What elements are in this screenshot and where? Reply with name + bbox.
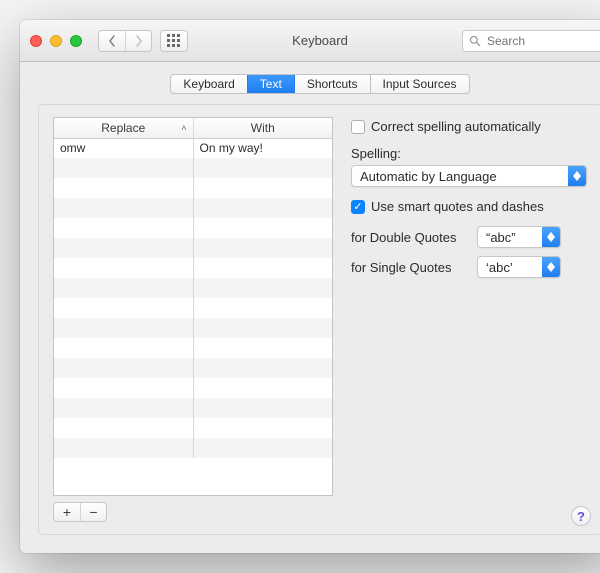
table-row[interactable] <box>54 318 332 338</box>
table-row[interactable] <box>54 398 332 418</box>
back-button[interactable] <box>99 31 125 51</box>
correct-spelling-checkbox[interactable] <box>351 120 365 134</box>
table-row[interactable] <box>54 238 332 258</box>
tab-shortcuts[interactable]: Shortcuts <box>294 75 370 93</box>
cell-with[interactable]: On my way! <box>193 138 332 158</box>
chevrons-icon <box>568 166 586 186</box>
table-row[interactable] <box>54 298 332 318</box>
smart-quotes-checkbox[interactable]: ✓ <box>351 200 365 214</box>
window-controls <box>30 35 82 47</box>
tab-input-sources[interactable]: Input Sources <box>370 75 469 93</box>
pref-tabs: Keyboard Text Shortcuts Input Sources <box>170 74 469 94</box>
nav-back-forward <box>98 30 152 52</box>
table-row[interactable]: omwOn my way! <box>54 138 332 158</box>
table-row[interactable] <box>54 178 332 198</box>
search-icon <box>469 35 481 47</box>
chevrons-icon <box>542 257 560 277</box>
options-area: Correct spelling automatically Spelling:… <box>351 117 587 522</box>
spelling-label: Spelling: <box>351 146 587 161</box>
spelling-value: Automatic by Language <box>352 169 505 184</box>
cell-replace[interactable]: omw <box>54 138 193 158</box>
table-row[interactable] <box>54 218 332 238</box>
single-quotes-select[interactable]: ‘abc’ <box>477 256 561 278</box>
substitutions-area: Replace ˄ With omwOn my way! + − <box>53 117 333 522</box>
table-row[interactable] <box>54 338 332 358</box>
table-row[interactable] <box>54 258 332 278</box>
substitutions-table[interactable]: Replace ˄ With omwOn my way! <box>53 117 333 496</box>
table-row[interactable] <box>54 278 332 298</box>
double-quotes-value: “abc” <box>478 230 524 245</box>
tab-keyboard[interactable]: Keyboard <box>171 75 246 93</box>
col-replace-label: Replace <box>101 121 145 135</box>
content-panel: Replace ˄ With omwOn my way! + − <box>38 104 600 535</box>
zoom-button[interactable] <box>70 35 82 47</box>
double-quotes-label: for Double Quotes <box>351 230 471 245</box>
tab-text[interactable]: Text <box>247 75 294 93</box>
table-row[interactable] <box>54 198 332 218</box>
table-row[interactable] <box>54 158 332 178</box>
single-quotes-value: ‘abc’ <box>478 260 521 275</box>
remove-row-button[interactable]: − <box>80 503 106 521</box>
toolbar: Keyboard <box>20 20 600 62</box>
spelling-select[interactable]: Automatic by Language <box>351 165 587 187</box>
col-with-header[interactable]: With <box>193 118 332 138</box>
add-row-button[interactable]: + <box>54 503 80 521</box>
help-button[interactable]: ? <box>571 506 591 526</box>
sort-indicator-icon: ˄ <box>181 123 186 133</box>
show-all-button[interactable] <box>160 30 188 52</box>
double-quotes-select[interactable]: “abc” <box>477 226 561 248</box>
chevrons-icon <box>542 227 560 247</box>
minimize-button[interactable] <box>50 35 62 47</box>
col-replace-header[interactable]: Replace ˄ <box>54 118 193 138</box>
single-quotes-label: for Single Quotes <box>351 260 471 275</box>
correct-spelling-label: Correct spelling automatically <box>371 119 541 134</box>
tabs-row: Keyboard Text Shortcuts Input Sources <box>20 62 600 104</box>
smart-quotes-label: Use smart quotes and dashes <box>371 199 544 214</box>
preferences-window: Keyboard Keyboard Text Shortcuts Input S… <box>20 20 600 553</box>
table-row[interactable] <box>54 438 332 458</box>
table-row[interactable] <box>54 418 332 438</box>
table-row[interactable] <box>54 378 332 398</box>
close-button[interactable] <box>30 35 42 47</box>
search-input[interactable] <box>485 33 600 49</box>
search-field[interactable] <box>462 30 600 52</box>
forward-button[interactable] <box>125 31 151 51</box>
table-controls: + − <box>53 502 333 522</box>
table-row[interactable] <box>54 358 332 378</box>
